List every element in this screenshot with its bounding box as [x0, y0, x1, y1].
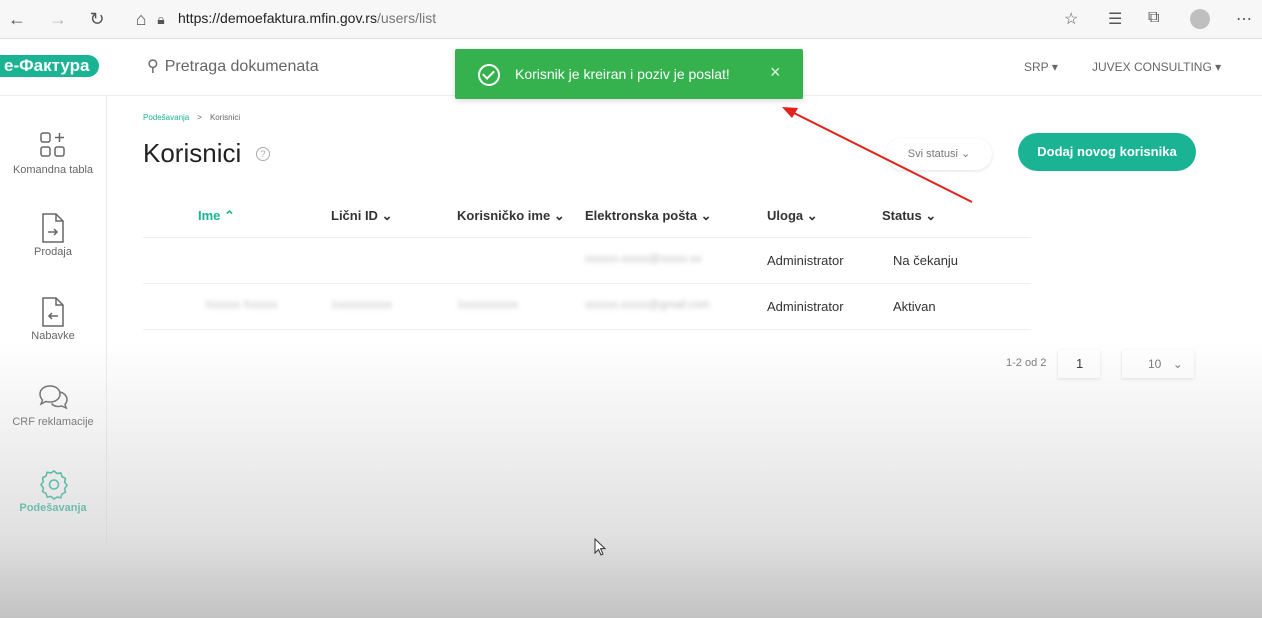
chevron-down-icon: ⌄: [806, 208, 818, 223]
table-row[interactable]: xxxxxx.xxxxx@xxxxx.xx Administrator Na č…: [143, 238, 1031, 284]
cell-id: 1xxxxxxxxxx: [331, 299, 393, 311]
chevron-down-icon: ⌄: [553, 208, 565, 223]
sales-doc-icon: [38, 212, 68, 243]
lock-icon: 🔒︎: [157, 11, 165, 27]
breadcrumb-current: Korisnici: [209, 113, 241, 122]
sidebar-item-crf-reklamacije[interactable]: CRF reklamacije: [0, 382, 106, 428]
sidebar-item-label: Prodaja: [34, 246, 72, 258]
cell-username: 1xxxxxxxxxx: [457, 299, 519, 311]
add-user-button[interactable]: Dodaj novog korisnika: [1018, 133, 1196, 171]
company-label: JUVEX CONSULTING: [1092, 60, 1212, 74]
column-header-status[interactable]: Status ⌄: [882, 208, 936, 224]
address-bar[interactable]: https://demoefaktura.mfin.gov.rs/users/l…: [178, 10, 436, 26]
column-header-uloga[interactable]: Uloga ⌄: [767, 208, 818, 224]
sidebar-item-prodaja[interactable]: Prodaja: [0, 212, 106, 258]
chevron-down-icon: ⌄: [1172, 357, 1183, 371]
url-path: /users/list: [376, 10, 437, 26]
forward-icon[interactable]: →: [47, 8, 69, 30]
favorites-icon[interactable]: ☰: [1108, 9, 1122, 29]
cell-email: xxxxxx.xxxxx@gmail.com: [585, 299, 710, 311]
efaktura-logo[interactable]: e-Фактура: [0, 55, 100, 77]
annotation-arrow: [782, 107, 973, 203]
language-select[interactable]: SRP ▾: [1024, 60, 1058, 74]
column-header-elektronska-posta[interactable]: Elektronska pošta ⌄: [585, 208, 712, 224]
column-label: Uloga: [767, 208, 804, 223]
column-label: Lični ID: [331, 208, 378, 223]
cell-role: Administrator: [767, 253, 844, 268]
pagination-range: 1-2 od 2: [1006, 357, 1047, 369]
sidebar-item-label: Nabavke: [31, 330, 75, 342]
column-header-korisnicko-ime[interactable]: Korisničko ime ⌄: [457, 208, 565, 224]
page-number-input[interactable]: 1: [1058, 350, 1100, 378]
cell-role: Administrator: [767, 299, 844, 314]
breadcrumb-separator: >: [197, 113, 202, 122]
search-placeholder: Pretraga dokumenata: [164, 58, 319, 75]
caret-down-icon: ▾: [1215, 60, 1222, 74]
column-label: Korisničko ime: [457, 208, 551, 223]
cell-status: Aktivan: [893, 299, 936, 314]
breadcrumb: Podešavanja > Korisnici: [143, 113, 240, 122]
sidebar-item-nabavke[interactable]: Nabavke: [0, 296, 106, 342]
sort-asc-icon: ⌃: [224, 208, 235, 223]
mouse-cursor-icon: [594, 538, 607, 556]
column-label: Ime: [198, 208, 221, 223]
sidebar-item-label: Podešavanja: [19, 502, 87, 514]
back-icon[interactable]: ←: [6, 8, 28, 30]
users-table: Ime ⌃ Lični ID ⌄ Korisničko ime ⌄ Elektr…: [143, 195, 1031, 330]
home-icon[interactable]: ⌂: [130, 8, 152, 30]
check-circle-icon: [478, 64, 500, 86]
background-fade: [0, 340, 1262, 618]
sidebar-item-label: CRF reklamacije: [12, 416, 94, 428]
column-label: Status: [882, 208, 922, 223]
page-title: Korisnici: [143, 138, 242, 168]
column-header-licni-id[interactable]: Lični ID ⌄: [331, 208, 392, 224]
company-select[interactable]: JUVEX CONSULTING ▾: [1092, 60, 1221, 74]
collections-icon[interactable]: ⧉: [1148, 9, 1159, 27]
chat-icon: [38, 382, 68, 412]
chevron-down-icon: ⌄: [925, 208, 937, 223]
gear-icon: [38, 468, 68, 500]
refresh-icon[interactable]: ↻: [86, 8, 108, 30]
breadcrumb-parent[interactable]: Podešavanja: [143, 113, 189, 122]
star-icon[interactable]: ☆: [1064, 9, 1078, 29]
table-row[interactable]: Xxxxxx Xxxxxx 1xxxxxxxxxx 1xxxxxxxxxx xx…: [143, 284, 1031, 330]
dashboard-icon: [38, 130, 68, 160]
purchase-doc-icon: [38, 296, 68, 327]
caret-down-icon: ▾: [1051, 60, 1058, 74]
chevron-down-icon: ⌄: [381, 208, 393, 223]
per-page-select[interactable]: 10 ⌄: [1122, 350, 1194, 378]
column-header-ime[interactable]: Ime ⌃: [198, 208, 235, 224]
cell-email: xxxxxx.xxxxx@xxxxx.xx: [585, 253, 702, 265]
sidebar-item-label: Komandna tabla: [12, 164, 94, 176]
sidebar-item-podesavanja[interactable]: Podešavanja: [0, 468, 106, 514]
column-label: Elektronska pošta: [585, 208, 697, 223]
toast-close-button[interactable]: ×: [770, 62, 781, 83]
success-toast: Korisnik je kreiran i poziv je poslat! ×: [455, 49, 803, 99]
toast-message: Korisnik je kreiran i poziv je poslat!: [515, 66, 730, 82]
chevron-down-icon: ⌄: [700, 208, 712, 223]
more-icon[interactable]: ⋯: [1236, 9, 1252, 29]
search-box[interactable]: ⚲ Pretraga dokumenata: [147, 56, 319, 76]
cell-status: Na čekanju: [893, 253, 959, 268]
per-page-value: 10: [1148, 357, 1162, 371]
language-label: SRP: [1024, 60, 1049, 74]
cell-name: Xxxxxx Xxxxxx: [205, 299, 278, 311]
profile-icon[interactable]: [1190, 9, 1210, 29]
search-icon: ⚲: [147, 58, 159, 75]
sidebar-item-komandna-tabla[interactable]: Komandna tabla: [0, 130, 106, 176]
help-icon[interactable]: ?: [256, 147, 270, 161]
url-scheme: https://: [178, 10, 221, 26]
url-host: demoefaktura.mfin.gov.rs: [220, 10, 377, 26]
